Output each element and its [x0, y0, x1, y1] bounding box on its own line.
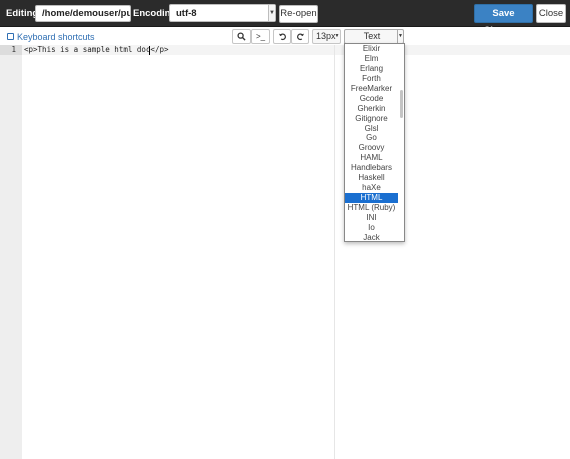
syntax-mode-option[interactable]: Gcode: [345, 94, 398, 104]
redo-button[interactable]: [291, 29, 309, 44]
chevron-down-icon: ▼: [268, 5, 275, 21]
syntax-mode-option[interactable]: Elm: [345, 54, 398, 64]
close-button[interactable]: Close: [536, 4, 566, 23]
syntax-mode-option[interactable]: Gitignore: [345, 114, 398, 124]
undo-button[interactable]: [273, 29, 291, 44]
editor-top-bar: Editing: /home/demouser/public_html Enco…: [0, 0, 570, 36]
syntax-mode-select[interactable]: Text ▼: [344, 29, 404, 44]
undo-icon: [278, 33, 286, 41]
encoding-select[interactable]: utf-8 ▼: [169, 4, 276, 22]
font-size-value: 13px: [316, 31, 336, 41]
syntax-mode-dropdown[interactable]: Elixir Elm Erlang Forth FreeMarker Gcode Gherk…: [344, 43, 405, 242]
chevron-down-icon: ▼: [334, 33, 340, 39]
syntax-mode-option[interactable]: Elixir: [345, 44, 398, 54]
font-size-select[interactable]: 13px ▼: [312, 29, 341, 44]
reopen-button[interactable]: Re-open: [279, 5, 318, 23]
syntax-mode-value: Text: [363, 31, 381, 41]
code-line[interactable]: <p>This is a sample html doc</p>: [24, 45, 169, 55]
syntax-mode-option[interactable]: Io: [345, 223, 398, 233]
redo-icon: [296, 33, 304, 41]
syntax-mode-list: Elixir Elm Erlang Forth FreeMarker Gcode Gherk…: [345, 44, 398, 241]
syntax-mode-option[interactable]: HTML (Ruby): [345, 203, 398, 213]
syntax-mode-option[interactable]: haXe: [345, 183, 398, 193]
save-changes-button[interactable]: Save Changes: [474, 4, 533, 36]
dropdown-scrollbar[interactable]: [398, 44, 404, 241]
chevron-down-icon: ▼: [397, 30, 403, 43]
syntax-mode-option[interactable]: HAML: [345, 153, 398, 163]
text-cursor: [149, 46, 150, 55]
scrollbar-thumb[interactable]: [400, 90, 403, 118]
encoding-value: utf-8: [176, 8, 197, 19]
syntax-mode-option[interactable]: Forth: [345, 74, 398, 84]
syntax-mode-option[interactable]: HTML: [345, 193, 398, 203]
print-margin: [334, 45, 335, 459]
search-icon: [237, 32, 246, 41]
syntax-mode-option[interactable]: Groovy: [345, 143, 398, 153]
search-button[interactable]: [232, 29, 251, 44]
syntax-mode-option[interactable]: FreeMarker: [345, 84, 398, 94]
syntax-mode-option[interactable]: Gherkin: [345, 104, 398, 114]
editor-toolbar: Keyboard shortcuts >_ 13px ▼ Text ▼: [0, 27, 570, 45]
syntax-mode-option[interactable]: INI: [345, 213, 398, 223]
keyboard-shortcuts-link[interactable]: Keyboard shortcuts: [7, 32, 95, 42]
keyboard-shortcuts-label: Keyboard shortcuts: [17, 32, 95, 42]
external-link-icon: [7, 33, 14, 40]
syntax-mode-option[interactable]: Glsl: [345, 124, 398, 134]
terminal-button[interactable]: >_: [251, 29, 270, 44]
file-editor-window: Editing: /home/demouser/public_html Enco…: [0, 0, 570, 459]
syntax-mode-option[interactable]: Go: [345, 133, 398, 143]
syntax-mode-option[interactable]: Jack: [345, 233, 398, 241]
file-path-field[interactable]: /home/demouser/public_html: [35, 5, 131, 22]
line-number: 1: [11, 45, 16, 54]
line-gutter: 1: [0, 45, 22, 459]
syntax-mode-option[interactable]: Erlang: [345, 64, 398, 74]
syntax-mode-option[interactable]: Handlebars: [345, 163, 398, 173]
syntax-mode-option[interactable]: Haskell: [345, 173, 398, 183]
code-editor[interactable]: 1 <p>This is a sample html doc</p>: [0, 45, 570, 459]
